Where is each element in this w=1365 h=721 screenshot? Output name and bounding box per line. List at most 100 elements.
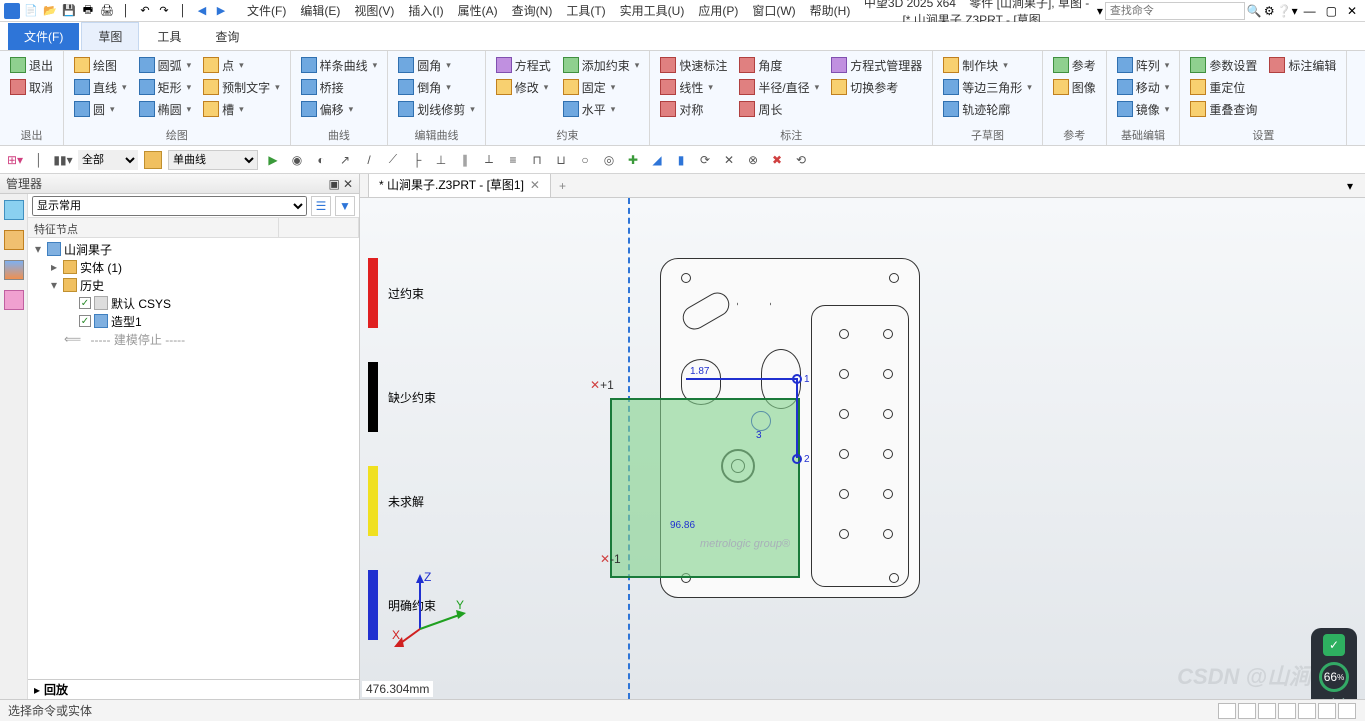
tree-shape[interactable]: ✓造型1	[28, 312, 359, 330]
tb2-i-icon[interactable]: ⟂	[480, 151, 498, 169]
rb-arc[interactable]: 圆弧▾	[135, 54, 196, 76]
tb2-filter-icon[interactable]: ⊞▾	[6, 151, 24, 169]
tb2-b-icon[interactable]: ◐	[312, 151, 330, 169]
title-dd-icon[interactable]: ▾	[1097, 4, 1103, 18]
rb-mirror[interactable]: 镜像▾	[1113, 98, 1174, 120]
sb-6-icon[interactable]	[1318, 703, 1336, 719]
qat-new-icon[interactable]: 📄	[23, 3, 39, 19]
sb-1-icon[interactable]	[1218, 703, 1236, 719]
tb2-j-icon[interactable]: ≡	[504, 151, 522, 169]
rb-angle[interactable]: 角度	[735, 54, 823, 76]
menu-window[interactable]: 窗口(W)	[746, 0, 801, 21]
qat-save-icon[interactable]: 💾	[61, 3, 77, 19]
mgr-close-icon[interactable]: ✕	[343, 177, 353, 191]
tb2-u-icon[interactable]: ✖	[768, 151, 786, 169]
menu-attr[interactable]: 属性(A)	[452, 0, 504, 21]
rb-ellipse[interactable]: 椭圆▾	[135, 98, 196, 120]
tb2-curvetype-select[interactable]: 单曲线	[168, 150, 258, 170]
rb-quickdim[interactable]: 快速标注	[656, 54, 731, 76]
replay-label[interactable]: 回放	[44, 681, 68, 698]
tb2-c-icon[interactable]: ↗	[336, 151, 354, 169]
close-button[interactable]: ✕	[1343, 4, 1361, 18]
rb-rect[interactable]: 矩形▾	[135, 76, 196, 98]
mgr-tab-solid-icon[interactable]	[4, 230, 24, 250]
rb-trim[interactable]: 划线修剪▾	[394, 98, 479, 120]
doc-tab-close-icon[interactable]: ✕	[530, 178, 540, 192]
mgr-tab-view-icon[interactable]	[4, 260, 24, 280]
rb-exit[interactable]: 退出	[6, 54, 57, 76]
mgr-tab-model-icon[interactable]	[4, 200, 24, 220]
tb2-v-icon[interactable]: ⟲	[792, 151, 810, 169]
rb-horiz[interactable]: 水平▾	[559, 98, 644, 120]
menu-query[interactable]: 查询(N)	[506, 0, 559, 21]
rb-draw[interactable]: 绘图	[70, 54, 131, 76]
tb2-scope-select[interactable]: 全部	[78, 150, 138, 170]
doc-tab-menu-icon[interactable]: ▾	[1343, 175, 1357, 197]
qat-redo-icon[interactable]: ↷	[156, 3, 172, 19]
mgr-funnel-icon[interactable]: ▼	[335, 196, 355, 216]
max-button[interactable]: ▢	[1322, 4, 1341, 18]
rb-fix[interactable]: 固定▾	[559, 76, 644, 98]
tree-history[interactable]: ▾历史	[28, 276, 359, 294]
sb-2-icon[interactable]	[1238, 703, 1256, 719]
doc-tab-add[interactable]: +	[551, 175, 574, 197]
menu-view[interactable]: 视图(V)	[348, 0, 400, 21]
rb-cancel[interactable]: 取消	[6, 76, 57, 98]
menu-app[interactable]: 应用(P)	[692, 0, 744, 21]
canvas[interactable]: 过约束 缺少约束 未求解 明确约束	[360, 198, 1365, 699]
tb2-k-icon[interactable]: ⊓	[528, 151, 546, 169]
rb-chamfer[interactable]: 倒角▾	[394, 76, 479, 98]
rb-trace[interactable]: 轨迹轮廓	[939, 98, 1036, 120]
rb-dimedit[interactable]: 标注编辑	[1265, 54, 1340, 76]
rb-ref[interactable]: 参考	[1049, 54, 1100, 76]
qat-print2-icon[interactable]: 🖨	[99, 3, 115, 19]
menu-tools[interactable]: 工具(T)	[560, 0, 611, 21]
help-icon[interactable]: ❔▾	[1277, 4, 1298, 18]
dim-vert[interactable]	[796, 378, 798, 458]
replay-expand-icon[interactable]: ▸	[34, 683, 40, 697]
ribbon-tab-query[interactable]: 查询	[199, 23, 255, 50]
tb2-o-icon[interactable]: ✚	[624, 151, 642, 169]
doc-tab[interactable]: * 山涧果子.Z3PRT - [草图1]✕	[368, 174, 551, 197]
qat-nav-left-icon[interactable]: ◀	[194, 3, 210, 19]
min-button[interactable]: —	[1300, 4, 1320, 18]
rb-circle[interactable]: 圆▾	[70, 98, 131, 120]
tb2-q-icon[interactable]: ▮	[672, 151, 690, 169]
rb-point[interactable]: 点▾	[199, 54, 284, 76]
rb-perim[interactable]: 周长	[735, 98, 823, 120]
rb-image[interactable]: 图像	[1049, 76, 1100, 98]
mgr-filter-select[interactable]: 显示常用	[32, 196, 307, 216]
ribbon-tab-tools[interactable]: 工具	[141, 23, 197, 50]
menu-help[interactable]: 帮助(H)	[804, 0, 857, 21]
ribbon-tab-file[interactable]: 文件(F)	[8, 23, 79, 50]
tb2-d-icon[interactable]: /	[360, 151, 378, 169]
rb-bridge[interactable]: 桥接	[297, 76, 382, 98]
qat-nav-right-icon[interactable]: ▶	[213, 3, 229, 19]
rb-tri[interactable]: 等边三角形▾	[939, 76, 1036, 98]
rb-repos[interactable]: 重定位	[1186, 76, 1261, 98]
tb2-l-icon[interactable]: ⊔	[552, 151, 570, 169]
tb2-f-icon[interactable]: ├	[408, 151, 426, 169]
mgr-detail-icon[interactable]: ☰	[311, 196, 331, 216]
tb2-h-icon[interactable]: ∥	[456, 151, 474, 169]
tb2-cube-icon[interactable]	[144, 151, 162, 169]
rb-line[interactable]: 直线▾	[70, 76, 131, 98]
rb-move[interactable]: 移动▾	[1113, 76, 1174, 98]
sb-4-icon[interactable]	[1278, 703, 1296, 719]
rb-equation[interactable]: 方程式	[492, 54, 555, 76]
menu-util[interactable]: 实用工具(U)	[614, 0, 691, 21]
dim-end2[interactable]	[792, 454, 802, 464]
rb-pretext[interactable]: 预制文字▾	[199, 76, 284, 98]
tb2-bars-icon[interactable]: ▮▮▾	[54, 151, 72, 169]
rb-sym[interactable]: 对称	[656, 98, 731, 120]
tb2-a-icon[interactable]: ◉	[288, 151, 306, 169]
dim-horiz[interactable]	[686, 378, 796, 380]
mgr-tab-user-icon[interactable]	[4, 290, 24, 310]
rb-spline[interactable]: 样条曲线▾	[297, 54, 382, 76]
rb-pattern[interactable]: 阵列▾	[1113, 54, 1174, 76]
tree-entity[interactable]: ▸实体 (1)	[28, 258, 359, 276]
sb-5-icon[interactable]	[1298, 703, 1316, 719]
gear-icon[interactable]: ⚙	[1264, 4, 1275, 18]
rb-slot[interactable]: 槽▾	[199, 98, 284, 120]
rb-params[interactable]: 参数设置	[1186, 54, 1261, 76]
